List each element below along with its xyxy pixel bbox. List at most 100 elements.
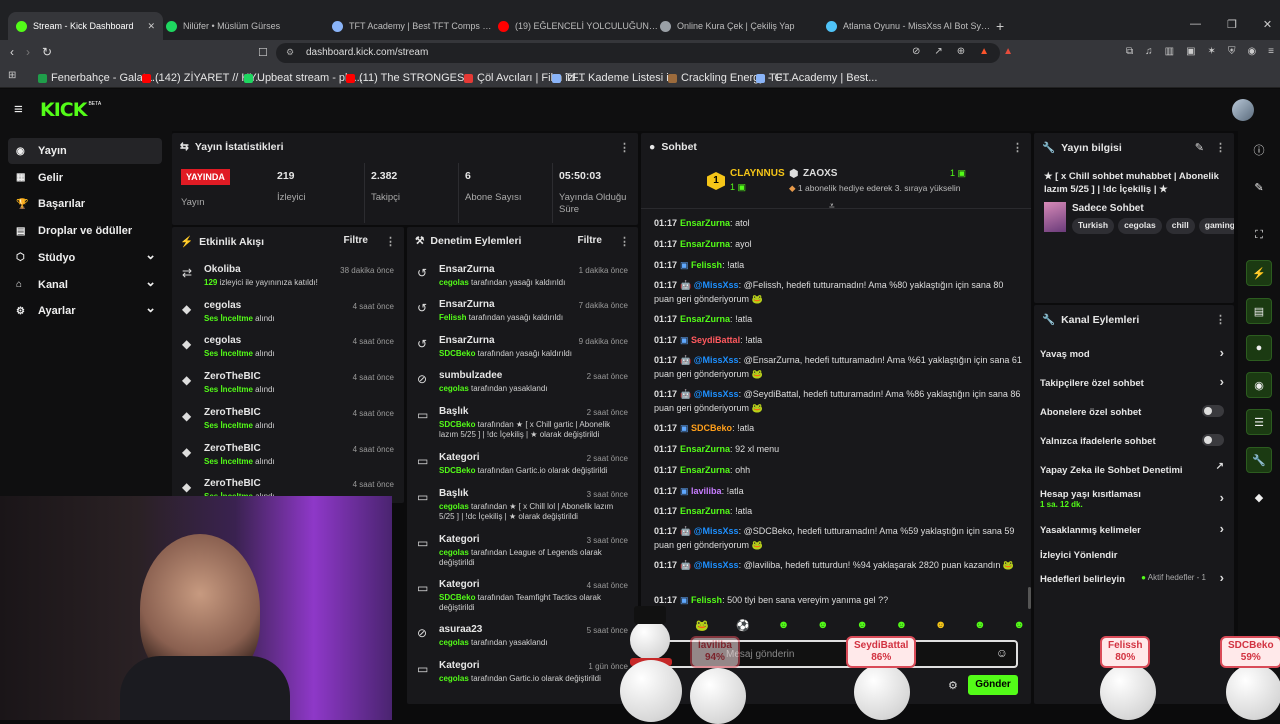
chat-username[interactable]: EnsarZurna [680,239,730,249]
emote-icon[interactable]: ☻ [778,619,790,635]
broadcast-icon[interactable]: ◉ [1246,372,1272,398]
moderation-row[interactable]: ▭ Başlık SDCBeko tarafından ★ [ x Chill ga… [415,406,630,450]
chat-message[interactable]: 01:17 ▣ Felissh: 500 tlyi ben sana vereyi… [654,593,1024,607]
apps-icon[interactable]: ⊞ [8,70,16,81]
tag-chip[interactable]: chill [1165,218,1195,234]
collapse-icon[interactable]: ⩡ [829,201,835,212]
chat-message[interactable]: 01:17 ▣ SeydiBattal: !atla [654,333,1024,347]
emote-icon[interactable]: ☻ [817,619,829,635]
chat-message[interactable]: 01:17 EnsarZurna: 92 xl menu [654,442,1024,456]
activity-row[interactable]: ◆ ZeroTheBIC Ses İnceltme alındı 4 saat önc… [180,443,396,477]
channel-action[interactable]: Yalnızca ifadelerle sohbet [1040,430,1228,452]
chat-message[interactable]: 01:17 EnsarZurna: ohh [654,463,1024,477]
tag-chip[interactable]: cegolas [1118,218,1162,234]
chat-username[interactable]: SeydiBattal [691,335,740,345]
wrench-icon[interactable]: 🔧 [1246,447,1272,473]
edit-icon[interactable]: ✎ [1246,174,1272,200]
chat-username[interactable]: @MissXss [694,526,739,536]
sidebar-item[interactable]: ⚙ Ayarlar ⌄ [8,298,162,324]
chat-message[interactable]: 01:17 🤖 @MissXss: @SeydiBattal, hedefi tu… [654,387,1024,415]
hamburger-icon[interactable]: ≡ [14,101,23,118]
chat-message[interactable]: 01:17 EnsarZurna: ayol [654,237,1024,251]
bookmark-item[interactable]: (11) The STRONGES... [346,72,474,84]
chat-message[interactable]: 01:17 EnsarZurna: !atla [654,504,1024,518]
channel-action[interactable]: Takipçilere özel sohbet › [1040,372,1228,394]
browser-tab[interactable]: Atlama Oyunu - MissXss AI Bot Syste [826,13,991,39]
bookmark-item[interactable]: TFT Academy | Best... [756,72,877,84]
share-nodes-icon[interactable]: ◆ [1246,484,1272,510]
chat-message[interactable]: 01:17 ▣ Felissh: !atla [654,258,1024,272]
chat-message[interactable]: 01:17 🤖 @MissXss: @Felissh, hedefi tuttur… [654,278,1024,306]
chat-message[interactable]: 01:17 🤖 @MissXss: @laviliba, hedefi tuttu… [654,558,1024,572]
chat-username[interactable]: @MissXss [694,389,739,399]
sidebar-item[interactable]: ◉ Yayın [8,138,162,164]
wallet-icon[interactable]: ▣ [1186,46,1195,57]
pinned-user-1[interactable]: CLAYNNUS [730,168,785,179]
screenshot-icon[interactable]: ⧉ [1126,46,1133,57]
channel-action[interactable]: Yapay Zeka ile Sohbet Denetimi ↗ [1040,459,1228,481]
chat-username[interactable]: EnsarZurna [680,218,730,228]
bookmark-icon[interactable]: ☐ [258,46,268,59]
emote-icon[interactable]: ⚽ [736,619,750,635]
browser-tab[interactable]: Nilüfer • Müslüm Gürses [166,13,326,39]
category-thumbnail[interactable] [1044,202,1066,232]
channel-action[interactable]: Hedefleri belirleyin ● Aktif hedefler - 1… [1040,568,1228,590]
toggle-switch[interactable] [1202,434,1224,446]
more-icon[interactable]: ⋮ [1215,313,1226,326]
browser-tab[interactable]: TFT Academy | Best TFT Comps curat [332,13,492,39]
sidebar-item[interactable]: ▤ Droplar ve ödüller [8,218,162,244]
maximize-icon[interactable]: ❐ [1227,18,1237,31]
info-icon[interactable]: ⓘ [1246,137,1272,163]
emote-icon[interactable]: ☻ [974,619,986,635]
chat-username[interactable]: @MissXss [694,560,739,570]
chat-username[interactable]: @MissXss [694,280,739,290]
more-icon[interactable]: ⋮ [1012,141,1023,154]
moderation-icon[interactable]: ☰ [1246,409,1272,435]
category-name[interactable]: Sadece Sohbet [1072,203,1144,214]
reload-icon[interactable]: ↻ [42,45,52,59]
leo-icon[interactable]: ✶ [1208,46,1216,57]
fullscreen-icon[interactable]: ⛶ [1246,222,1272,248]
browser-tab[interactable]: Stream - Kick Dashboard ✕ [8,12,163,40]
emoji-picker-icon[interactable]: ☺ [996,646,1008,660]
rewards-icon[interactable]: ▲ [1003,46,1013,57]
close-window-icon[interactable]: ✕ [1263,18,1272,31]
forward-icon[interactable]: › [26,45,30,59]
pinned-user-2[interactable]: ZAOXS [803,168,837,179]
chat-message[interactable]: 01:17 🤖 @MissXss: @SDCBeko, hedefi tuttur… [654,524,1024,552]
bookmark-item[interactable]: Upbeat stream - pla... [244,72,363,84]
share-icon[interactable]: ↗ [934,46,942,57]
chat-username[interactable]: EnsarZurna [680,314,730,324]
chat-username[interactable]: SDCBeko [691,423,732,433]
channel-action[interactable]: Hesap yaşı kısıtlaması 1 sa. 12 dk. › [1040,488,1228,510]
menu-icon[interactable]: ≡ [1268,46,1274,57]
channel-action[interactable]: İzleyici Yönlendir [1040,544,1228,566]
tab-close-icon[interactable]: ✕ [147,21,155,32]
new-tab-icon[interactable]: + [996,18,1004,34]
chat-username[interactable]: Felissh [691,260,722,270]
activity-row[interactable]: ◆ cegolas Ses İnceltme alındı 4 saat önce [180,300,396,334]
more-icon[interactable]: ⋮ [619,235,630,248]
activity-row[interactable]: ◆ ZeroTheBIC Ses İnceltme alındı 4 saat önc… [180,407,396,441]
chat-settings-icon[interactable]: ⚙ [948,679,958,692]
chat-scrollbar[interactable] [1028,587,1031,609]
more-icon[interactable]: ⋮ [619,141,630,154]
send-button[interactable]: Gönder [968,675,1018,695]
chat-username[interactable]: EnsarZurna [680,506,730,516]
toggle-switch[interactable] [1202,405,1224,417]
activity-filter-button[interactable]: Filtre [344,235,368,246]
sidebar-item[interactable]: ⬡ Stüdyo ⌄ [8,245,162,271]
bolt-icon[interactable]: ⚡ [1246,260,1272,286]
bookmark-item[interactable]: TFT Kademe Listesi i... [552,72,678,84]
url-field[interactable]: dashboard.kick.com/stream [276,43,1000,63]
sidebar-item[interactable]: 🏆 Başarılar [8,191,162,217]
moderation-row[interactable]: ▭ Başlık cegolas tarafından ★ [ x Chill lo… [415,488,630,532]
channel-action[interactable]: Yasaklanmış kelimeler › [1040,519,1228,541]
moderation-row[interactable]: ▭ Kategori cegolas tarafından Gartic.io ol… [415,660,630,704]
browser-tab[interactable]: (19) EĞLENCELİ YOLCULUĞUN SONU [498,13,658,39]
activity-row[interactable]: ◆ cegolas Ses İnceltme alındı 4 saat önce [180,335,396,369]
channel-action[interactable]: Yavaş mod › [1040,343,1228,365]
chat-username[interactable]: Felissh [691,595,722,605]
emote-icon[interactable]: ☻ [1013,619,1025,635]
vpn-icon[interactable]: ⛨ [1228,46,1236,57]
